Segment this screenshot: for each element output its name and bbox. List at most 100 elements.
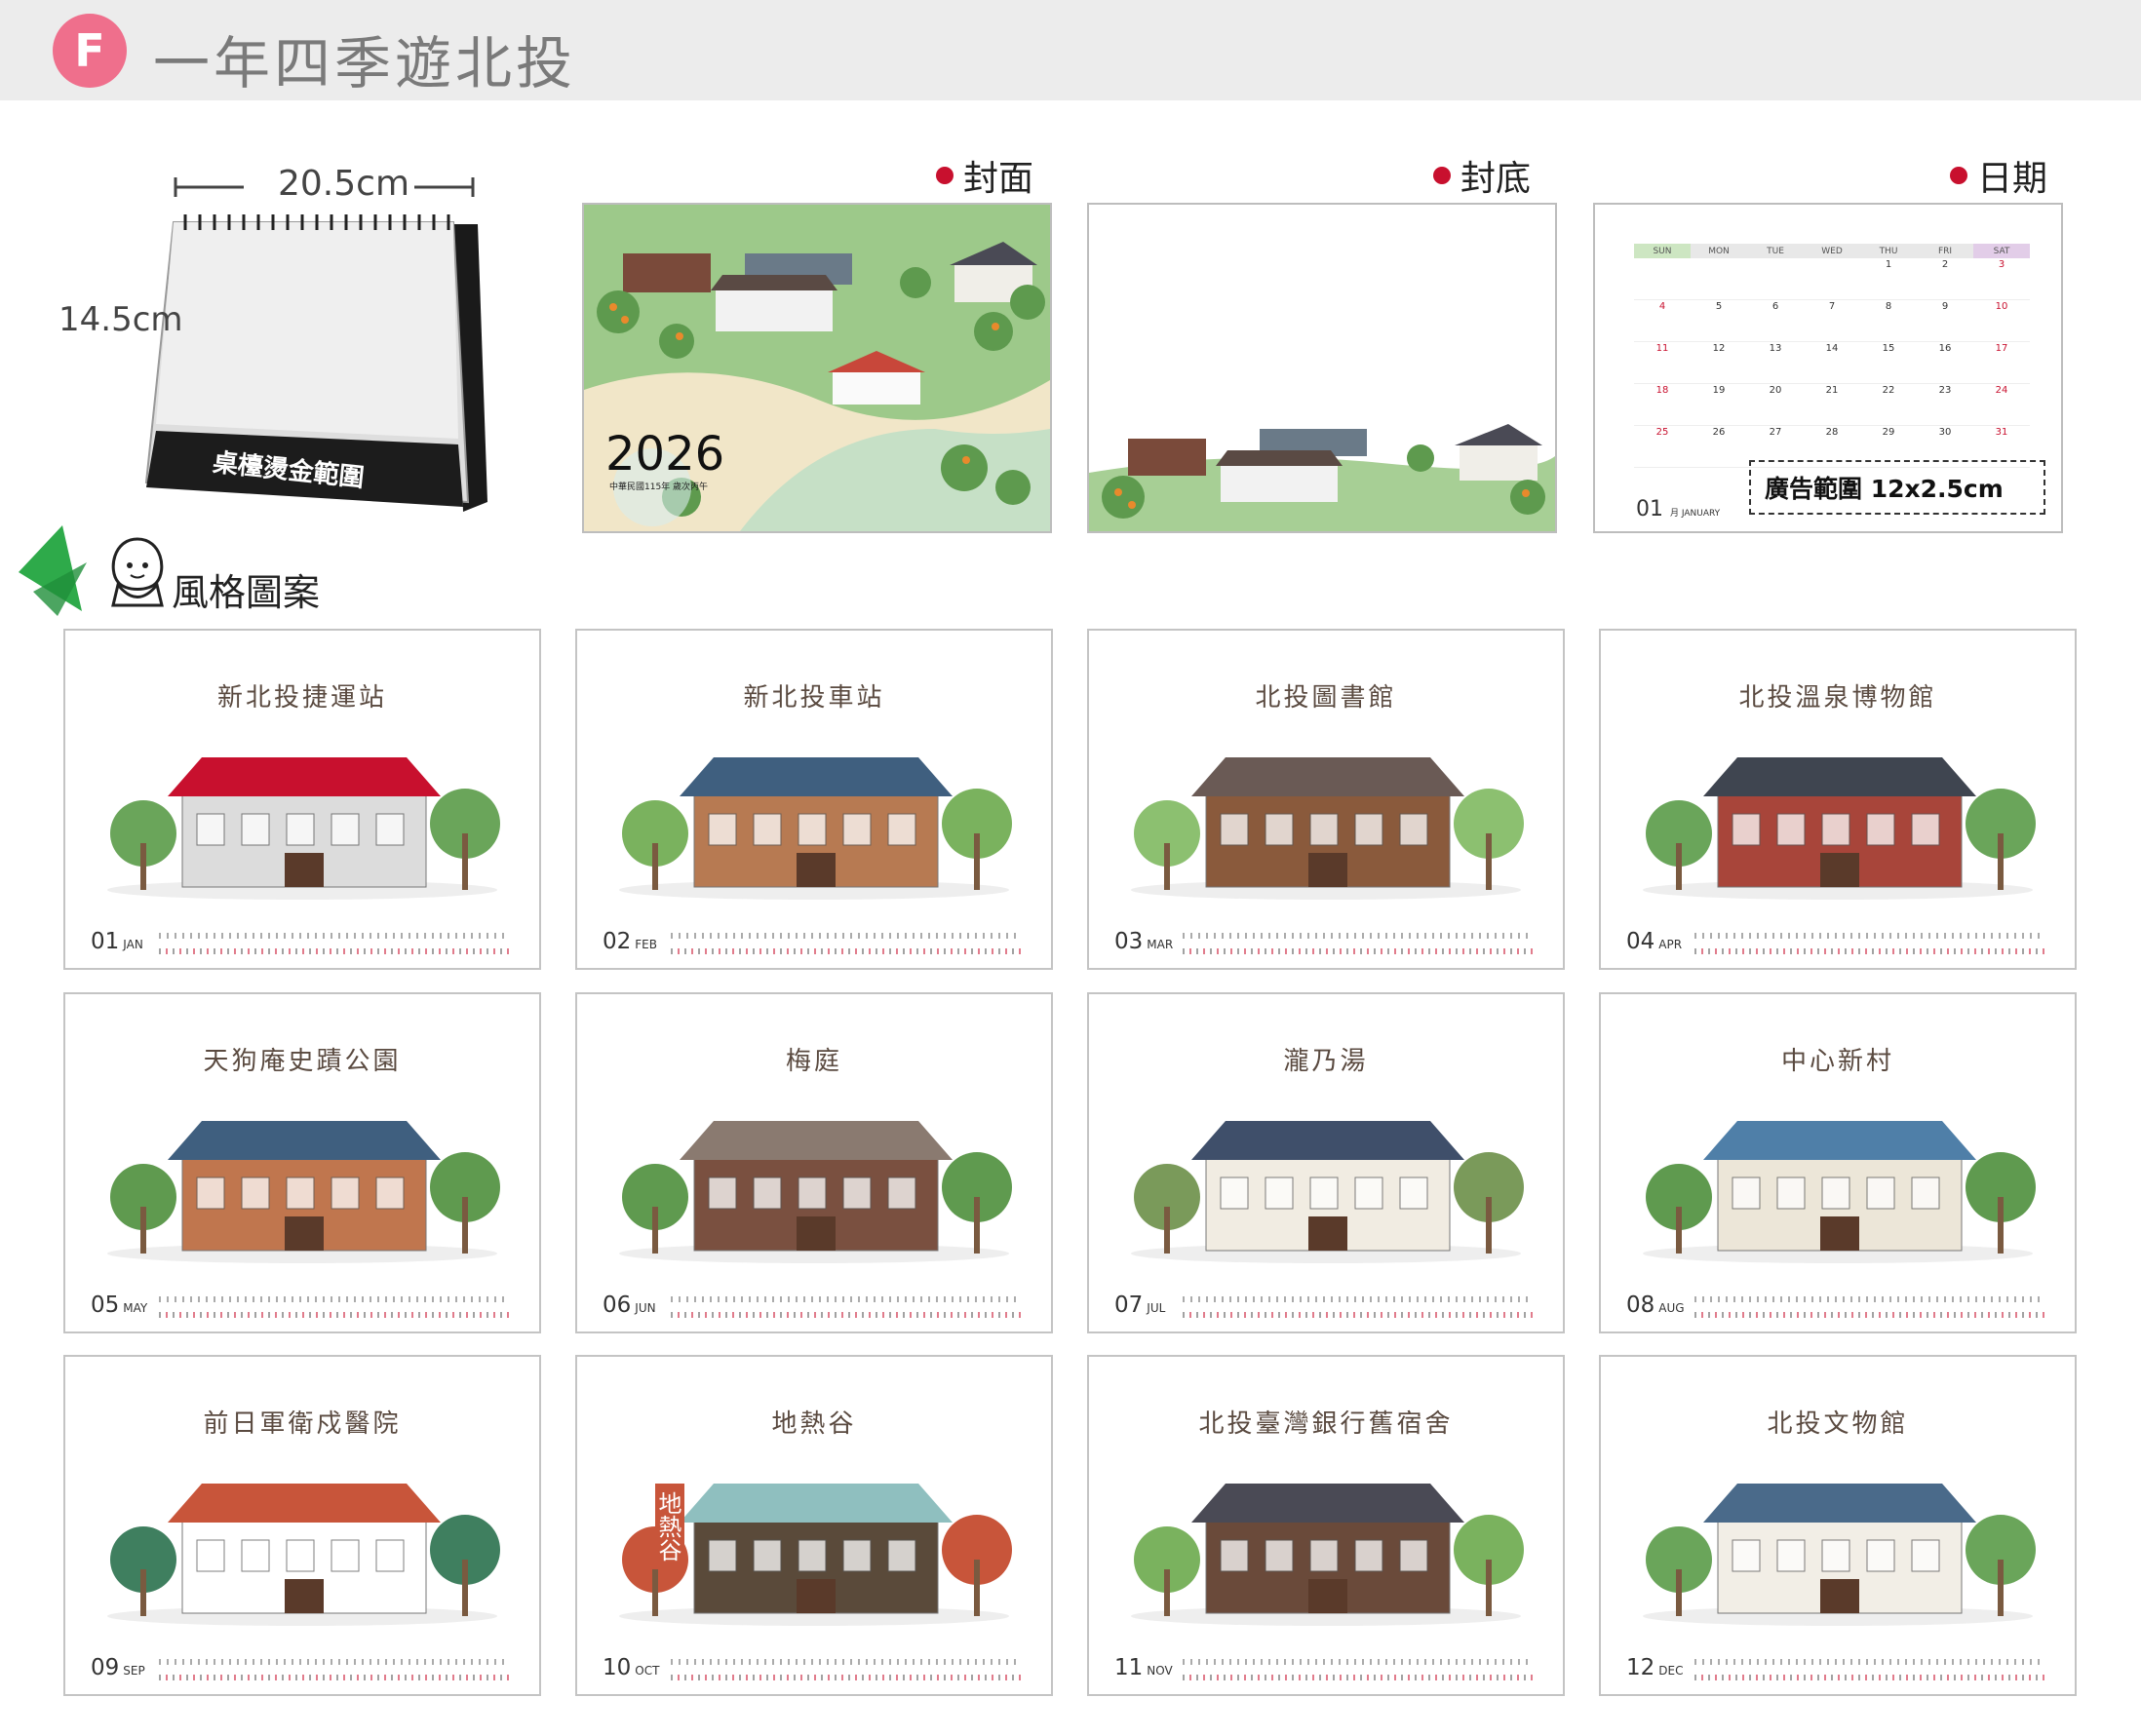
- month-abbr: SEP: [123, 1664, 145, 1678]
- cover-label: 封面: [936, 150, 1033, 201]
- weekday-strip: [159, 933, 510, 939]
- month-number: 01 JAN: [91, 929, 143, 954]
- month-number: 12 DEC: [1626, 1655, 1683, 1680]
- calendar-day-cell: 13: [1747, 341, 1804, 384]
- calendar-day-cell: 19: [1691, 383, 1747, 426]
- weekday-strip: [671, 933, 1022, 939]
- month-number: 10 OCT: [603, 1655, 659, 1680]
- date-page-preview: SUN MON TUE WED THU FRI SAT 1 2 3 4 5 6 7 8 9 10 1…: [1593, 203, 2063, 533]
- weekday-strip: [159, 1296, 510, 1302]
- month-number-text: 09: [91, 1655, 120, 1680]
- calendar-day-cell: 14: [1804, 341, 1860, 384]
- month-abbr: DEC: [1658, 1664, 1684, 1678]
- calendar-day-cell: 21: [1804, 383, 1860, 426]
- weekday-sat: SAT: [1973, 244, 2030, 258]
- month-number: 08 AUG: [1626, 1292, 1685, 1318]
- month-card-04: 北投溫泉博物館 04 APR: [1599, 629, 2077, 970]
- month-number: 07 JUL: [1114, 1292, 1165, 1318]
- date-strip: [159, 948, 510, 954]
- month-card-01: 新北投捷運站 01 JAN: [63, 629, 541, 970]
- date-strip: [1694, 1675, 2045, 1680]
- page-title: 一年四季遊北投: [153, 30, 577, 96]
- month-number-text: 02: [603, 929, 632, 954]
- month-abbr: JAN: [123, 938, 143, 951]
- month-abbr: AUG: [1658, 1301, 1685, 1315]
- month-abbr: MAR: [1147, 938, 1174, 951]
- calendar-day-cell: 5: [1691, 299, 1747, 342]
- weekday-tue: TUE: [1747, 244, 1804, 258]
- weekday-strip: [1183, 1296, 1534, 1302]
- month-abbr: NOV: [1147, 1664, 1173, 1678]
- month-title: 天狗庵史蹟公園: [203, 1047, 402, 1076]
- weekday-strip: [671, 1296, 1022, 1302]
- building-illustration-museum: [1643, 757, 2036, 900]
- month-title: 新北投車站: [743, 683, 885, 713]
- date-strip: [671, 1312, 1022, 1318]
- red-dot-icon: [1433, 167, 1451, 184]
- weekday-mon: MON: [1691, 244, 1747, 258]
- weekday-wed: WED: [1804, 244, 1860, 258]
- month-abbr: MAY: [123, 1301, 148, 1315]
- valley-sign: 地熱谷: [654, 1484, 684, 1569]
- weekday-strip: [1183, 933, 1534, 939]
- calendar-day-cell: 18: [1634, 383, 1691, 426]
- weekday-strip: [1694, 1296, 2045, 1302]
- building-illustration-bath: [1131, 1121, 1524, 1263]
- month-card-05: 天狗庵史蹟公園 05 MAY: [63, 992, 541, 1333]
- date-month-label: 月 JANUARY: [1670, 509, 1721, 519]
- date-strip: [159, 1675, 510, 1680]
- month-number: 06 JUN: [603, 1292, 656, 1318]
- month-title: 梅庭: [785, 1047, 842, 1076]
- style-section-label: 風格圖案: [172, 571, 321, 614]
- date-month-num: 01: [1636, 497, 1663, 521]
- building-illustration-culture: [1643, 1484, 2036, 1626]
- month-title: 瀧乃湯: [1283, 1047, 1369, 1076]
- calendar-day-cell: 10: [1973, 299, 2030, 342]
- month-number-text: 01: [91, 929, 120, 954]
- month-card-06: 梅庭 06 JUN: [575, 992, 1053, 1333]
- green-triangle-icon: [19, 525, 87, 616]
- month-title: 北投圖書館: [1255, 683, 1397, 713]
- month-card-08: 中心新村 08 AUG: [1599, 992, 2077, 1333]
- calendar-day-cell: 1: [1860, 258, 1917, 300]
- date-strip: [671, 1675, 1022, 1680]
- month-card-07: 瀧乃湯 07 JUL: [1087, 992, 1565, 1333]
- month-title: 北投溫泉博物館: [1738, 683, 1937, 713]
- month-number: 03 MAR: [1114, 929, 1173, 954]
- date-label-text: 日期: [1977, 159, 2048, 199]
- cover-label-text: 封面: [963, 159, 1034, 199]
- month-number: 05 MAY: [91, 1292, 147, 1318]
- calendar-day-cell: 7: [1804, 299, 1860, 342]
- weekday-thu: THU: [1860, 244, 1917, 258]
- calendar-week-row: 18 19 20 21 22 23 24: [1634, 383, 2030, 426]
- red-dot-icon: [936, 167, 954, 184]
- calendar-day-cell: 22: [1860, 383, 1917, 426]
- month-number: 02 FEB: [603, 929, 657, 954]
- desk-calendar-illustration: 20.5cm 14.5cm 桌檯燙金範圍: [58, 156, 497, 526]
- calendar-day-cell: 25: [1634, 425, 1691, 468]
- back-cover-preview: [1087, 203, 1557, 533]
- date-strip: [671, 948, 1022, 954]
- building-illustration-park: [107, 1121, 500, 1263]
- month-number: 11 NOV: [1114, 1655, 1173, 1680]
- weekday-strip: [1694, 1659, 2045, 1665]
- calendar-day-cell: 16: [1917, 341, 1973, 384]
- calendar-day-cell: 6: [1747, 299, 1804, 342]
- weekday-strip: [1183, 1659, 1534, 1665]
- width-dimension: 20.5cm: [278, 164, 410, 204]
- cover-year: 2026: [605, 427, 725, 482]
- date-label: 日期: [1950, 150, 2047, 201]
- calendar-day-cell: 24: [1973, 383, 2030, 426]
- month-number: 04 APR: [1626, 929, 1682, 954]
- date-month-number: 01 月 JANUARY: [1636, 497, 1720, 521]
- header-bar: F 一年四季遊北投: [0, 0, 2141, 100]
- calendar-day-cell: 2: [1917, 258, 1973, 300]
- month-abbr: JUN: [635, 1301, 656, 1315]
- calendar-day-cell: 23: [1917, 383, 1973, 426]
- weekday-fri: FRI: [1917, 244, 1973, 258]
- month-number-text: 08: [1626, 1292, 1655, 1318]
- month-number-text: 10: [603, 1655, 632, 1680]
- building-illustration-hospital: [107, 1484, 500, 1626]
- month-card-02: 新北投車站 02 FEB: [575, 629, 1053, 970]
- calendar-day-cell: 9: [1917, 299, 1973, 342]
